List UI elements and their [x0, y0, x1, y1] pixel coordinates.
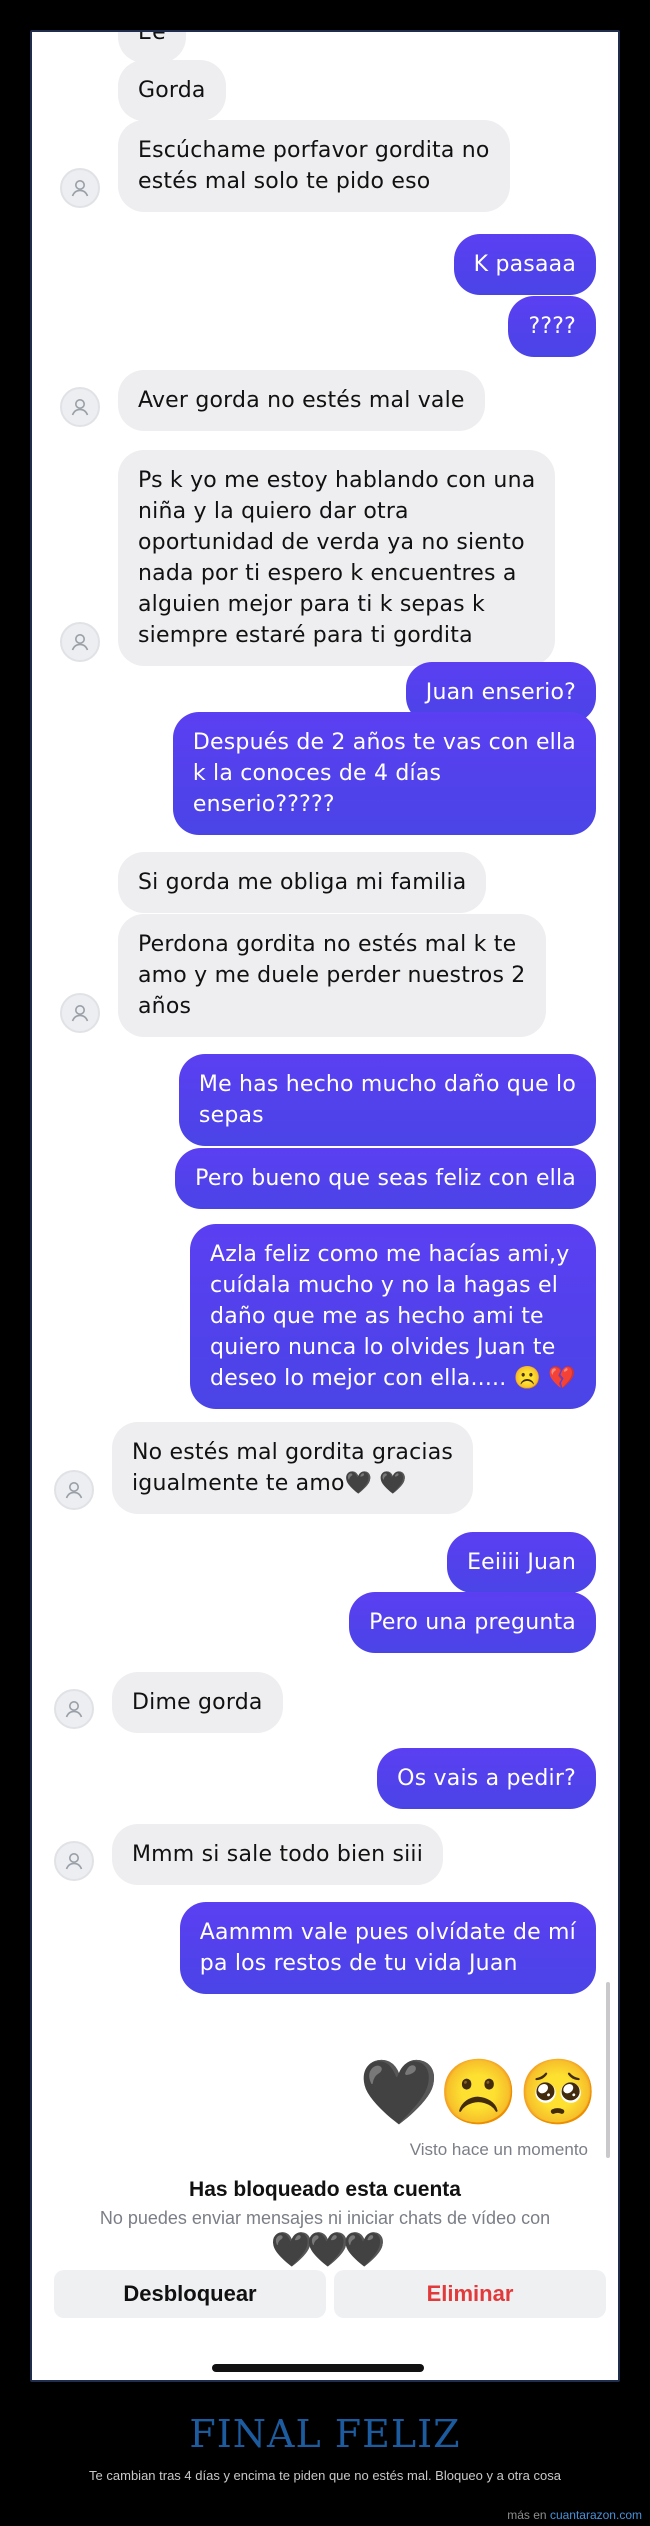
blocked-notice: No puedes enviar mensajes ni iniciar cha…: [99, 2208, 551, 2228]
contact-avatar-icon[interactable]: [54, 1841, 94, 1881]
incoming-message[interactable]: Escúchame porfavor gordita no estés mal …: [118, 120, 510, 212]
contact-avatar-icon[interactable]: [60, 993, 100, 1033]
message-bubble-text: Perdona gordita no estés mal k te amo y …: [118, 914, 546, 1037]
footer: más en cuantarazon.com: [507, 2508, 642, 2522]
message-bubble-text: Aammm vale pues olvídate de mí pa los re…: [179, 1902, 596, 1994]
message-bubble-text: Os vais a pedir?: [377, 1748, 596, 1809]
unblock-button[interactable]: Desbloquear: [54, 2270, 326, 2318]
message-bubble-text: Ee: [118, 32, 186, 63]
message-bubble-text: Aver gorda no estés mal vale: [118, 370, 485, 431]
emoji-reaction-message: 🖤☹️🥺: [358, 2056, 598, 2128]
outgoing-message[interactable]: Pero bueno que seas feliz con ella: [175, 1148, 596, 1209]
blocked-title: Has bloqueado esta cuenta: [189, 2178, 461, 2201]
outgoing-message[interactable]: Después de 2 años te vas con ella k la c…: [172, 712, 596, 835]
incoming-message[interactable]: No estés mal gordita gracias igualmente …: [112, 1422, 474, 1514]
outgoing-message[interactable]: Pero una pregunta: [349, 1592, 596, 1653]
incoming-message[interactable]: Si gorda me obliga mi familia: [118, 852, 487, 913]
message-bubble-text: K pasaaa: [453, 234, 596, 295]
message-bubble-text: Mmm si sale todo bien siii: [112, 1824, 444, 1885]
contact-avatar-icon[interactable]: [60, 387, 100, 427]
message-bubble-text: No estés mal gordita gracias igualmente …: [112, 1422, 474, 1514]
incoming-message[interactable]: Aver gorda no estés mal vale: [118, 370, 485, 431]
message-bubble-text: Escúchame porfavor gordita no estés mal …: [118, 120, 510, 212]
incoming-message[interactable]: Mmm si sale todo bien siii: [112, 1824, 444, 1885]
incoming-message[interactable]: Ps k yo me estoy hablando con una niña y…: [118, 450, 556, 666]
outgoing-message[interactable]: Os vais a pedir?: [377, 1748, 596, 1809]
message-bubble-text: Ps k yo me estoy hablando con una niña y…: [118, 450, 556, 666]
message-bubble-text: Azla feliz como me hacías ami,y cuídala …: [190, 1224, 596, 1409]
contact-avatar-icon[interactable]: [54, 1689, 94, 1729]
seen-status: Visto hace un momento: [409, 2140, 588, 2159]
message-bubble-text: Dime gorda: [112, 1672, 283, 1733]
outgoing-message[interactable]: K pasaaa: [453, 234, 596, 295]
incoming-message[interactable]: Dime gorda: [112, 1672, 283, 1733]
incoming-message[interactable]: Ee: [118, 32, 186, 63]
home-indicator[interactable]: [212, 2364, 424, 2372]
incoming-message[interactable]: Gorda: [118, 60, 226, 121]
message-bubble-text: Me has hecho mucho daño que lo sepas: [178, 1054, 596, 1146]
footer-prefix: más en: [507, 2508, 547, 2522]
outgoing-message[interactable]: Aammm vale pues olvídate de mí pa los re…: [179, 1902, 596, 1994]
message-thread: Ee Gorda Escúchame porfavor gordita no est…: [32, 32, 618, 2380]
message-bubble-text: Gorda: [118, 60, 226, 121]
contact-avatar-icon[interactable]: [54, 1470, 94, 1510]
message-bubble-text: Después de 2 años te vas con ella k la c…: [172, 712, 596, 835]
delete-button[interactable]: Eliminar: [334, 2270, 606, 2318]
contact-avatar-icon[interactable]: [60, 622, 100, 662]
outgoing-message[interactable]: Azla feliz como me hacías ami,y cuídala …: [190, 1224, 596, 1409]
message-bubble-text: Pero bueno que seas feliz con ella: [175, 1148, 596, 1209]
footer-site-link[interactable]: cuantarazon.com: [550, 2508, 642, 2522]
message-bubble-text: Eeiiii Juan: [447, 1532, 596, 1593]
outgoing-message[interactable]: Me has hecho mucho daño que lo sepas: [178, 1054, 596, 1146]
chat-screenshot: Ee Gorda Escúchame porfavor gordita no est…: [30, 30, 620, 2382]
outgoing-message[interactable]: ????: [508, 296, 596, 357]
caption-subtitle: Te cambian tras 4 días y encima te piden…: [89, 2468, 561, 2483]
caption-title: FINAL FELIZ: [189, 2412, 461, 2456]
message-bubble-text: ????: [508, 296, 596, 357]
message-bubble-text: Si gorda me obliga mi familia: [118, 852, 487, 913]
outgoing-message[interactable]: Eeiiii Juan: [447, 1532, 596, 1593]
contact-avatar-icon[interactable]: [60, 168, 100, 208]
incoming-message[interactable]: Perdona gordita no estés mal k te amo y …: [118, 914, 546, 1037]
message-bubble-text: Pero una pregunta: [349, 1592, 596, 1653]
blocked-username-emojis: 🖤🖤🖤: [270, 2231, 385, 2269]
scrollbar[interactable]: [606, 1982, 610, 2158]
